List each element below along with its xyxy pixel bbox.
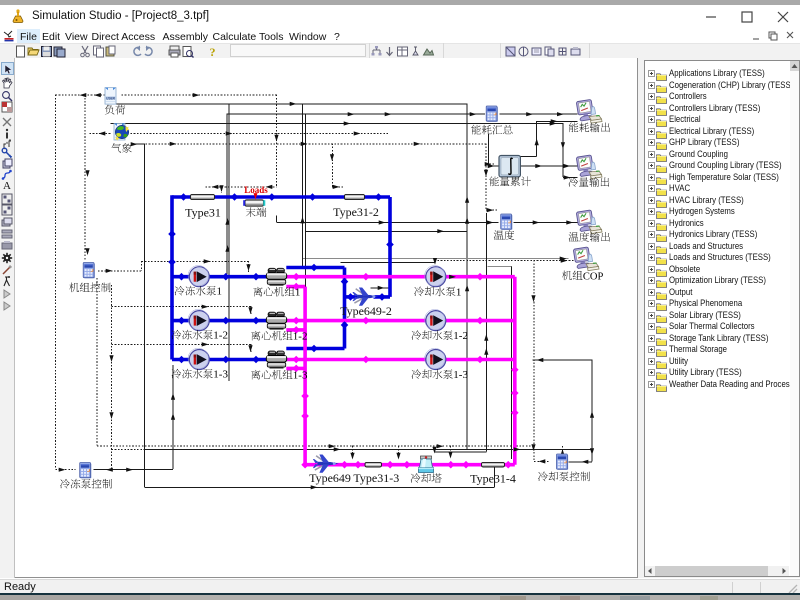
svg-text:Type31-4: Type31-4: [470, 471, 516, 485]
svg-text:Type649: Type649: [309, 471, 351, 485]
svg-text:1-3: 1-3: [453, 369, 468, 381]
svg-text:Type31-3: Type31-3: [353, 471, 399, 485]
svg-text:1: 1: [455, 286, 461, 298]
svg-text:Type649-2: Type649-2: [340, 304, 392, 318]
svg-text:1-3: 1-3: [292, 370, 307, 382]
svg-text:1-2: 1-2: [453, 330, 468, 342]
svg-text:1-2: 1-2: [292, 331, 307, 343]
svg-text:1: 1: [216, 286, 222, 298]
svg-text:1-2: 1-2: [213, 330, 228, 342]
svg-text:Type31: Type31: [185, 206, 221, 220]
svg-text:A: A: [3, 180, 11, 191]
svg-text:USER: USER: [106, 96, 116, 100]
svg-text:?: ?: [209, 45, 215, 58]
svg-text:Type31-2: Type31-2: [333, 205, 379, 219]
svg-text:COP: COP: [582, 271, 603, 282]
svg-text:1: 1: [294, 287, 300, 299]
svg-text:1-3: 1-3: [213, 369, 228, 381]
